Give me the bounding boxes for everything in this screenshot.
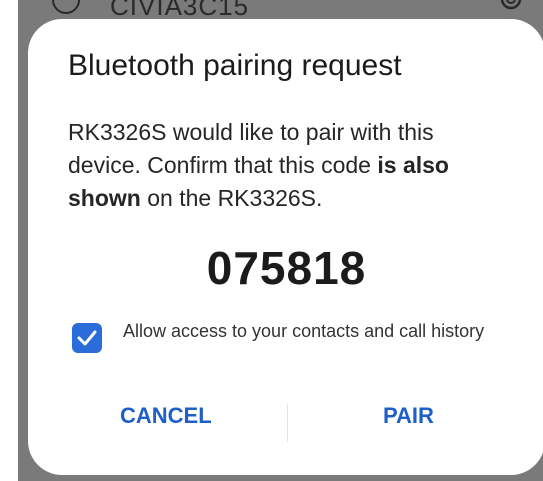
checkmark-icon bbox=[77, 330, 97, 346]
dialog-message: RK3326S would like to pair with this dev… bbox=[68, 116, 498, 215]
contacts-access-label: Allow access to your contacts and call h… bbox=[123, 321, 485, 341]
message-text-end: on the RK3326S. bbox=[140, 185, 323, 211]
circle-icon bbox=[52, 0, 80, 14]
gear-icon bbox=[500, 0, 522, 10]
pairing-dialog: Bluetooth pairing request RK3326S would … bbox=[28, 19, 543, 475]
cancel-button[interactable]: CANCEL bbox=[120, 403, 212, 429]
pairing-code: 075818 bbox=[206, 242, 367, 294]
button-divider bbox=[287, 404, 288, 442]
dialog-title: Bluetooth pairing request bbox=[68, 49, 402, 82]
pair-button[interactable]: PAIR bbox=[383, 403, 434, 429]
contacts-access-checkbox[interactable] bbox=[72, 323, 102, 353]
